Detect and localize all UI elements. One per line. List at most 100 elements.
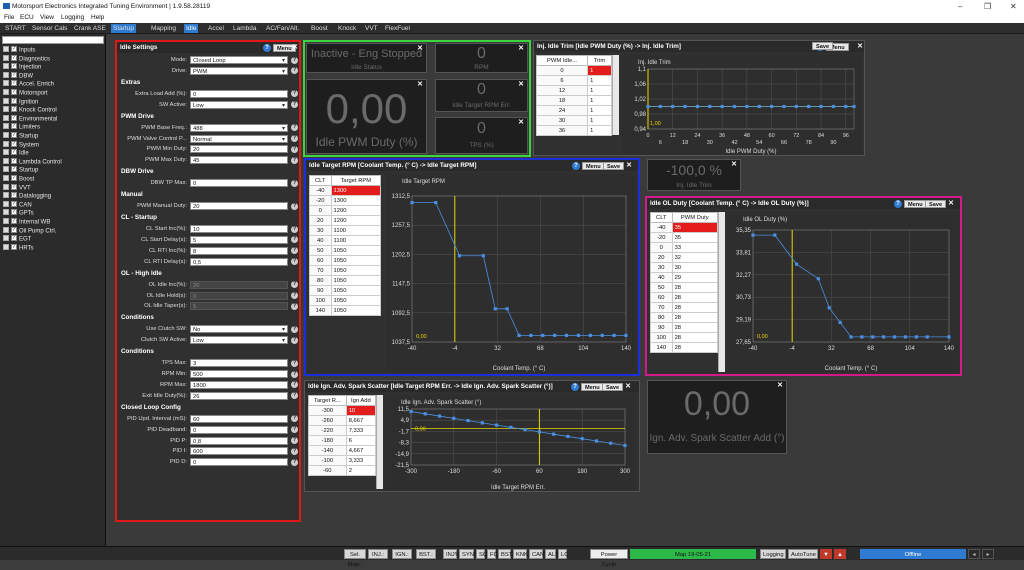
close-panel-icon[interactable]: ✕ [947,200,955,208]
status-als[interactable]: ALS [545,549,559,559]
pid-deadband-input[interactable]: 0 [190,425,288,434]
data-point[interactable] [624,333,628,337]
help-icon[interactable]: ? [291,370,298,378]
status-sc[interactable]: SC [476,549,487,559]
checkbox-icon[interactable]: ✓ [11,149,17,156]
data-point[interactable] [646,104,650,109]
dbw-tp-max-input[interactable]: 0 [190,179,288,188]
save-button[interactable]: Save [925,200,947,208]
maximize-icon[interactable]: ❐ [984,2,991,11]
data-point[interactable] [457,254,462,258]
status-map-19-05-21[interactable]: Map 19-05-21 [630,549,756,559]
value-cell[interactable]: 10 [345,405,377,416]
status-sel-map[interactable]: Sel. Map.: [344,549,366,568]
value-cell[interactable]: 1300 [330,185,382,196]
column-header[interactable]: Target R... [308,395,347,406]
data-point[interactable] [612,333,616,337]
data-point[interactable] [925,335,929,339]
value-cell[interactable]: 1200 [330,215,382,226]
value-cell[interactable]: 33 [671,242,719,253]
help-icon[interactable]: ? [291,392,298,400]
value-cell[interactable]: 1100 [330,225,382,236]
tab-start[interactable]: START [3,24,28,33]
status-bst[interactable]: BST.: [416,549,436,559]
help-icon[interactable]: ? [291,145,298,153]
column-header[interactable]: CLT [650,212,673,223]
expand-icon[interactable] [3,175,9,181]
checkbox-icon[interactable]: ✓ [11,132,17,138]
pid-d-input[interactable]: 0 [190,458,288,467]
data-point[interactable] [683,104,687,109]
checkbox-icon[interactable]: ✓ [11,80,17,87]
help-icon[interactable]: ? [291,225,298,233]
arrow-left-icon[interactable]: ◂ [968,549,980,559]
data-point[interactable] [914,335,918,339]
help-icon[interactable]: ? [571,383,579,391]
value-cell[interactable]: 29 [671,272,719,283]
expand-icon[interactable] [3,80,9,87]
ol-idle-hold-s-input[interactable]: 0 [190,291,288,300]
value-cell[interactable]: 1050 [330,285,382,296]
expand-icon[interactable] [3,243,9,250]
status-offline[interactable]: Offline [860,549,966,559]
help-icon[interactable]: ? [291,381,298,389]
menu-button[interactable]: Menu [581,383,604,391]
data-point[interactable] [947,335,951,339]
checkbox-icon[interactable]: ✓ [11,183,17,190]
value-cell[interactable]: 1 [587,85,612,96]
data-point[interactable] [564,333,569,337]
status-can[interactable]: CAN [529,549,544,559]
data-point[interactable] [517,333,521,337]
expand-icon[interactable] [3,226,9,233]
value-cell[interactable]: 8,667 [345,415,377,426]
data-point[interactable] [594,439,599,443]
value-cell[interactable]: 1100 [330,235,382,246]
help-icon[interactable]: ? [291,426,298,434]
data-point[interactable] [860,335,864,339]
cl-start-delay-s-input[interactable]: 5 [190,235,288,244]
expand-icon[interactable] [3,209,9,216]
tab-flexfuel[interactable]: FlexFuel [383,24,412,33]
help-icon[interactable]: ? [291,281,298,289]
tab-vvt[interactable]: VVT [363,24,380,33]
checkbox-icon[interactable]: ✓ [11,157,17,164]
data-point[interactable] [773,233,777,237]
status-knk[interactable]: KNK [513,549,528,559]
status-bst[interactable]: BST [498,549,512,559]
data-point[interactable] [849,335,853,339]
value-cell[interactable]: 28 [671,292,719,303]
rpm-min-input[interactable]: 500 [190,370,288,378]
checkbox-icon[interactable]: ✓ [11,71,17,78]
value-cell[interactable]: 1300 [330,195,382,206]
tab-ac-fan-alt[interactable]: AC/Fan/Alt. [264,24,301,33]
expand-icon[interactable] [3,157,9,164]
checkbox-icon[interactable]: ✓ [11,218,17,224]
help-icon[interactable]: ? [291,202,298,210]
tab-idle[interactable]: Idle [184,24,199,33]
menu-logging[interactable]: Logging [61,14,84,21]
pwm-max-duty-input[interactable]: 45 [190,156,288,165]
value-cell[interactable]: 1050 [330,275,382,286]
data-point[interactable] [807,104,811,109]
data-point[interactable] [552,432,556,436]
checkbox-icon[interactable]: ✓ [11,209,17,216]
value-cell[interactable]: 2 [345,465,377,476]
mode-select[interactable]: Closed Loop [190,56,288,64]
data-point[interactable] [480,421,484,425]
arrow-right-icon[interactable]: ▸ [982,549,994,559]
menu-ecu[interactable]: ECU [20,14,34,21]
data-point[interactable] [609,441,613,445]
menu-button[interactable]: Menu [582,162,605,170]
data-point[interactable] [523,428,527,432]
data-point[interactable] [452,416,456,420]
checkbox-icon[interactable]: ✓ [11,175,17,181]
value-cell[interactable]: 28 [671,332,719,343]
value-cell[interactable]: 1050 [330,295,382,306]
status-inj[interactable]: INJ% [443,549,460,559]
checkbox-icon[interactable]: ✓ [11,200,17,207]
data-point[interactable] [708,104,712,109]
expand-icon[interactable] [3,97,9,104]
value-cell[interactable]: 1050 [330,255,382,266]
checkbox-icon[interactable]: ✓ [11,54,17,61]
data-point[interactable] [537,430,541,434]
